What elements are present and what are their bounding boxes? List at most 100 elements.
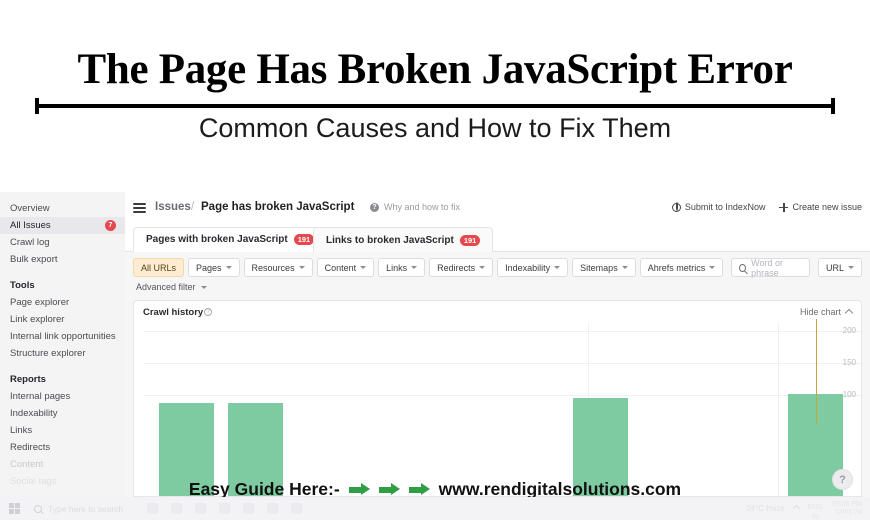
language-top: ENG [807,503,824,511]
sidebar-item-label: All Issues [10,220,51,231]
weather-indicator[interactable]: 24°C Haze [746,504,785,513]
advanced-filter-label: Advanced filter [136,282,196,292]
windows-taskbar: Type here to search 24°C Haze ENG IN 03:… [0,497,870,520]
sidebar-item-internal-pages[interactable]: Internal pages [0,388,125,405]
y-axis-tick: 200 [842,326,856,335]
chevron-down-icon [479,266,486,269]
breadcrumb-separator: / [191,201,195,213]
gridline [143,331,861,332]
chevron-down-icon [848,266,854,269]
sidebar-item-link-explorer[interactable]: Link explorer [0,311,125,328]
tab-label: Links to broken JavaScript [326,234,454,246]
info-icon[interactable]: ? [204,308,212,316]
filter-label: Content [324,262,357,273]
taskbar-icon[interactable] [243,503,255,514]
sidebar-item-overview[interactable]: Overview [0,200,125,217]
filter-indexability[interactable]: Indexability [497,258,569,277]
sidebar-item-indexability[interactable]: Indexability [0,405,125,422]
chevron-down-icon [225,266,232,269]
sidebar-item-label: Crawl log [10,237,50,248]
sidebar-item-label: Content [10,459,44,470]
sidebar-item-label: Overview [10,203,50,214]
chevron-down-icon [298,266,305,269]
arrow-right-icon [408,483,430,496]
search-placeholder: Word or phrase [751,257,783,278]
sidebar-item-label: Redirects [10,442,51,453]
filter-label: All URLs [141,262,177,273]
title-block: The Page Has Broken JavaScript Error Com… [0,0,870,192]
advanced-filter-button[interactable]: Advanced filter [133,282,862,292]
sidebar-item-label: Structure explorer [10,348,86,359]
filter-redirects[interactable]: Redirects [429,258,494,277]
search-input[interactable]: Word or phrase [731,257,810,278]
taskbar-icon[interactable] [147,503,159,514]
tab-links-to-broken-javascript[interactable]: Links to broken JavaScript 191 [313,227,494,252]
taskbar-icon[interactable] [291,503,303,514]
taskbar-icon[interactable] [219,503,231,514]
chevron-down-icon [200,285,207,289]
help-circle-icon[interactable]: ? [370,203,379,212]
filter-links[interactable]: Links [378,258,426,277]
submit-to-indexnow-button[interactable]: Submit to IndexNow [671,202,765,212]
taskbar-search[interactable]: Type here to search [34,504,123,514]
page-title: The Page Has Broken JavaScript Error [77,46,793,93]
filter-bar: All URLs Pages Resources Content Links R… [133,257,862,278]
sidebar-item-label: Indexability [10,408,58,419]
crawl-history-card: Crawl history ? Hide chart 200 150 100 ? [133,300,862,497]
sidebar-item-structure-explorer[interactable]: Structure explorer [0,345,125,362]
filter-pages[interactable]: Pages [188,258,240,277]
hamburger-icon[interactable] [133,203,146,213]
arrow-right-icon [378,483,400,496]
page-subtitle: Common Causes and How to Fix Them [198,113,672,143]
taskbar-icon[interactable] [171,503,183,514]
chevron-up-icon[interactable] [792,504,800,513]
filter-resources[interactable]: Resources [243,258,313,277]
gridline [143,363,861,364]
sidebar-item-all-issues[interactable]: All Issues 7 [0,217,125,234]
sidebar-item-bulk-export[interactable]: Bulk export [0,251,125,268]
clock-time: 03:06 PM [832,500,862,508]
filter-content[interactable]: Content [316,258,375,277]
taskbar-tray: 24°C Haze ENG IN 03:06 PM 12/05/24 [746,496,870,520]
app-screenshot: Overview All Issues 7 Crawl log Bulk exp… [0,192,870,497]
chevron-down-icon [621,266,628,269]
sidebar-item-content[interactable]: Content [0,456,125,473]
chevron-down-icon [554,266,561,269]
taskbar-app-icons [147,503,303,514]
chevron-down-icon [709,266,716,269]
filter-all-urls[interactable]: All URLs [133,258,185,277]
sidebar-item-label: Bulk export [10,254,58,265]
sidebar-item-crawl-log[interactable]: Crawl log [0,234,125,251]
sidebar-item-page-explorer[interactable]: Page explorer [0,294,125,311]
language-indicator[interactable]: ENG IN [808,496,823,520]
clock[interactable]: 03:06 PM 12/05/24 [832,501,862,517]
windows-start-icon[interactable] [9,503,20,514]
chevron-down-icon [360,266,367,269]
title-divider [35,98,835,114]
gridline [143,395,861,396]
tab-bar: Pages with broken JavaScript 191 Links t… [125,227,870,252]
globe-icon [671,202,681,212]
create-new-issue-button[interactable]: Create new issue [779,202,862,212]
tab-count-badge: 191 [293,234,315,245]
topbar-actions: Submit to IndexNow Create new issue [671,202,862,212]
url-select[interactable]: URL [817,258,862,277]
breadcrumb-root[interactable]: Issues [155,201,191,213]
sidebar-item-links[interactable]: Links [0,422,125,439]
search-icon [34,504,42,513]
sidebar-item-internal-link-opportunities[interactable]: Internal link opportunities [0,328,125,345]
plus-icon [779,202,789,212]
filter-sitemaps[interactable]: Sitemaps [572,258,636,277]
filter-label: Resources [251,262,295,273]
sidebar-item-label: Page explorer [10,297,70,308]
taskbar-icon[interactable] [267,503,279,514]
tab-pages-with-broken-javascript[interactable]: Pages with broken JavaScript 191 [133,227,328,252]
filter-label: Links [386,262,408,273]
url-select-label: URL [825,262,844,273]
hide-chart-button[interactable]: Hide chart [800,307,854,318]
filter-ahrefs-metrics[interactable]: Ahrefs metrics [639,258,724,277]
taskbar-icon[interactable] [195,503,207,514]
why-and-how-to-fix-link[interactable]: Why and how to fix [384,202,460,212]
sidebar-item-redirects[interactable]: Redirects [0,439,125,456]
topbar: Issues / Page has broken JavaScript ? Wh… [125,192,870,227]
